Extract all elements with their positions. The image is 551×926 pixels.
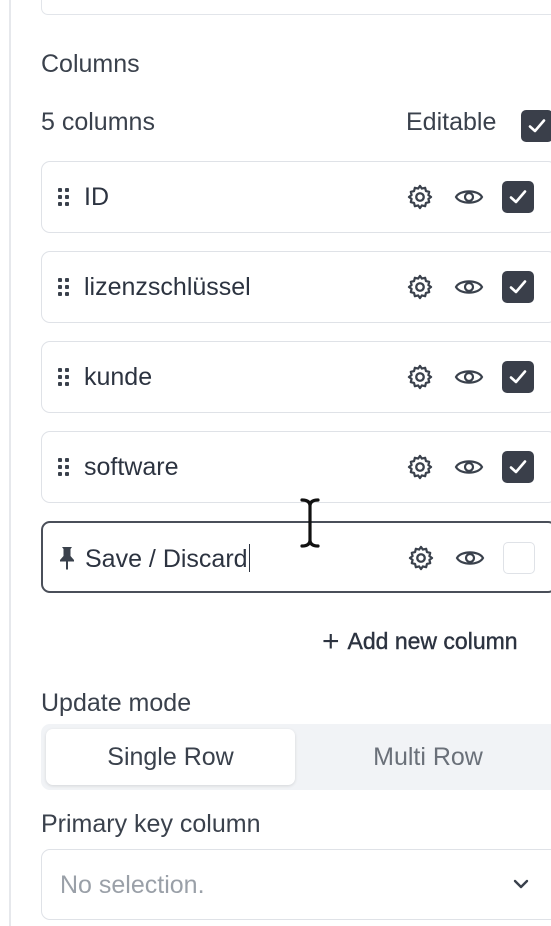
eye-icon[interactable] [454, 275, 484, 299]
chevron-down-icon [513, 879, 529, 889]
column-row-id[interactable]: ID [41, 161, 551, 233]
checkmark-icon [509, 280, 527, 294]
pin-icon[interactable] [57, 545, 77, 571]
column-name: kunde [84, 363, 153, 391]
checkmark-icon [509, 190, 527, 204]
column-editable-checkbox[interactable] [502, 181, 534, 213]
previous-field-bottom [41, 0, 551, 15]
primary-key-label: Primary key column [41, 810, 261, 838]
column-row-software[interactable]: software [41, 431, 551, 503]
column-name: lizenzschlüssel [84, 273, 251, 301]
column-editable-checkbox[interactable] [503, 542, 535, 574]
text-caret [248, 544, 251, 572]
eye-icon[interactable] [454, 185, 484, 209]
column-name-input[interactable]: Save / Discard [85, 544, 251, 574]
column-editable-checkbox[interactable] [502, 451, 534, 483]
text-cursor-icon [300, 498, 320, 548]
single-row-option[interactable]: Single Row [46, 729, 295, 785]
column-editable-checkbox[interactable] [502, 361, 534, 393]
gear-icon[interactable] [406, 453, 434, 481]
update-mode-toggle: Single Row Multi Row [41, 724, 551, 790]
column-count-label: 5 columns [41, 108, 155, 136]
update-mode-label: Update mode [41, 689, 192, 717]
primary-key-placeholder: No selection. [60, 871, 205, 899]
checkmark-icon [509, 370, 527, 384]
column-row-lizenzschluessel[interactable]: lizenzschlüssel [41, 251, 551, 323]
column-name-text: Save / Discard [85, 545, 248, 573]
editable-checkbox[interactable] [521, 110, 551, 142]
primary-key-select[interactable]: No selection. [41, 849, 551, 920]
multi-row-option[interactable]: Multi Row [303, 729, 551, 785]
panel-left-border [9, 0, 11, 926]
column-row-kunde[interactable]: kunde [41, 341, 551, 413]
gear-icon[interactable] [406, 183, 434, 211]
eye-icon[interactable] [455, 546, 485, 570]
gear-icon[interactable] [406, 363, 434, 391]
checkmark-icon [509, 460, 527, 474]
add-new-column-button[interactable]: + Add new column [322, 624, 518, 658]
eye-icon[interactable] [454, 455, 484, 479]
column-name: ID [84, 183, 109, 211]
columns-section-title: Columns [41, 50, 140, 78]
gear-icon[interactable] [407, 544, 435, 572]
editable-label: Editable [406, 108, 497, 136]
checkmark-icon [528, 119, 546, 133]
plus-icon: + [322, 624, 340, 658]
gear-icon[interactable] [406, 273, 434, 301]
drag-handle-icon[interactable] [58, 278, 70, 296]
add-new-column-label: Add new column [347, 628, 518, 654]
drag-handle-icon[interactable] [58, 368, 70, 386]
column-editable-checkbox[interactable] [502, 271, 534, 303]
drag-handle-icon[interactable] [58, 188, 70, 206]
eye-icon[interactable] [454, 365, 484, 389]
column-name: software [84, 453, 179, 481]
drag-handle-icon[interactable] [58, 458, 70, 476]
